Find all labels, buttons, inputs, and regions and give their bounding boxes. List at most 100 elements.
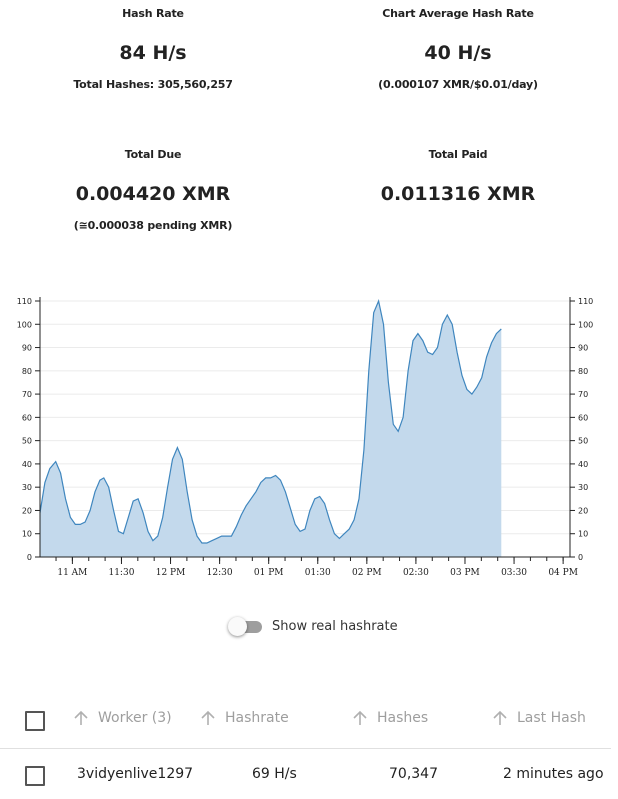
hashes-column-header[interactable]: Hashes — [353, 710, 428, 726]
y-tick-label: 80 — [578, 367, 588, 376]
worker-header-label: Worker (3) — [98, 710, 172, 726]
y-tick-label: 70 — [22, 390, 32, 399]
y-tick-left: 20 — [22, 506, 40, 515]
sort-arrow-icon — [493, 710, 507, 725]
hashrate-chart: 0 0 10 10 20 20 30 30 40 40 50 50 60 60 70 70 80 80 90 90 10… — [17, 297, 593, 578]
real-hashrate-label: Show real hashrate — [272, 618, 398, 634]
workers-table-header: Worker (3) Hashrate Hashes Last Hash — [0, 700, 611, 740]
sort-arrow-icon — [74, 710, 88, 725]
y-tick-label: 40 — [22, 460, 32, 469]
total-paid-stat: Total Paid 0.011316 XMR — [343, 148, 573, 205]
y-tick-label: 20 — [22, 506, 32, 515]
y-tick-left: 0 — [27, 553, 40, 562]
x-tick-label: 03 PM — [450, 568, 480, 578]
sort-arrow-icon — [201, 710, 215, 725]
y-tick-left: 50 — [22, 437, 40, 446]
table-row[interactable]: 3vidyenlive1297 69 H/s 70,347 2 minutes … — [0, 756, 611, 796]
x-tick-label: 04 PM — [548, 568, 578, 578]
y-tick-left: 70 — [22, 390, 40, 399]
total-paid-value: 0.011316 XMR — [380, 183, 536, 205]
y-tick-left: 40 — [22, 460, 40, 469]
y-tick-right: 70 — [570, 390, 588, 399]
y-tick-label: 60 — [22, 413, 32, 422]
last-hash-column-header[interactable]: Last Hash — [493, 710, 586, 726]
y-tick-label: 30 — [578, 483, 588, 492]
y-tick-label: 10 — [22, 530, 32, 539]
select-all-checkbox[interactable] — [25, 711, 45, 731]
hashes-header-label: Hashes — [377, 710, 429, 726]
y-tick-right: 0 — [570, 553, 583, 562]
y-tick-label: 110 — [17, 297, 32, 306]
row-checkbox[interactable] — [25, 766, 45, 786]
y-tick-label: 100 — [578, 320, 593, 329]
x-tick-label: 01:30 — [305, 568, 331, 578]
table-divider — [0, 748, 611, 749]
x-tick-label: 11:30 — [108, 568, 134, 578]
chart-average-value: 40 H/s — [424, 42, 492, 64]
worker-hashes: 70,347 — [389, 766, 438, 782]
y-tick-right: 90 — [570, 344, 588, 353]
y-tick-left: 100 — [17, 320, 40, 329]
hash-rate-label: Hash Rate — [122, 7, 184, 20]
total-due-label: Total Due — [124, 148, 182, 161]
x-tick-label: 12:30 — [207, 568, 233, 578]
y-tick-right: 100 — [570, 320, 593, 329]
sort-arrow-icon — [353, 710, 367, 725]
y-tick-label: 0 — [27, 553, 32, 562]
toggle-knob — [228, 617, 247, 636]
y-tick-left: 110 — [17, 297, 40, 306]
worker-column-header[interactable]: Worker (3) — [74, 710, 172, 726]
x-tick-label: 02 PM — [352, 568, 382, 578]
x-tick-label: 11 AM — [57, 568, 87, 578]
y-tick-label: 70 — [578, 390, 588, 399]
y-tick-label: 0 — [578, 553, 583, 562]
x-tick-label: 01 PM — [254, 568, 284, 578]
chart-average-stat: Chart Average Hash Rate 40 H/s (0.000107… — [343, 7, 573, 91]
y-tick-left: 30 — [22, 483, 40, 492]
y-tick-right: 60 — [570, 413, 588, 422]
total-due-stat: Total Due 0.004420 XMR (≅0.000038 pendin… — [38, 148, 268, 232]
y-tick-label: 90 — [22, 344, 32, 353]
total-due-value: 0.004420 XMR — [75, 183, 231, 205]
worker-name: 3vidyenlive1297 — [77, 766, 194, 782]
y-tick-label: 100 — [17, 320, 32, 329]
y-tick-label: 90 — [578, 344, 588, 353]
y-tick-label: 50 — [578, 437, 588, 446]
y-tick-label: 50 — [22, 437, 32, 446]
hash-rate-stat: Hash Rate 84 H/s Total Hashes: 305,560,2… — [38, 7, 268, 91]
y-tick-label: 10 — [578, 530, 588, 539]
y-tick-label: 20 — [578, 506, 588, 515]
y-tick-right: 10 — [570, 530, 588, 539]
y-tick-left: 80 — [22, 367, 40, 376]
y-tick-label: 40 — [578, 460, 588, 469]
y-tick-left: 90 — [22, 344, 40, 353]
hashrate-area — [40, 301, 502, 557]
y-tick-right: 40 — [570, 460, 588, 469]
y-tick-right: 110 — [570, 297, 593, 306]
y-tick-label: 110 — [578, 297, 593, 306]
total-hashes: Total Hashes: 305,560,257 — [73, 78, 233, 91]
pending-amount: (≅0.000038 pending XMR) — [73, 219, 233, 232]
chart-average-earnings: (0.000107 XMR/$0.01/day) — [378, 78, 538, 91]
y-tick-label: 80 — [22, 367, 32, 376]
x-tick-label: 12 PM — [156, 568, 186, 578]
chart-average-label: Chart Average Hash Rate — [382, 7, 534, 20]
y-tick-label: 60 — [578, 413, 588, 422]
y-tick-right: 20 — [570, 506, 588, 515]
real-hashrate-toggle-row: Show real hashrate — [228, 616, 398, 636]
hashrate-column-header[interactable]: Hashrate — [201, 710, 289, 726]
y-tick-right: 50 — [570, 437, 588, 446]
worker-hashrate: 69 H/s — [252, 766, 297, 782]
hash-rate-value: 84 H/s — [119, 42, 187, 64]
worker-last-hash: 2 minutes ago — [503, 766, 604, 782]
total-paid-label: Total Paid — [428, 148, 488, 161]
y-tick-left: 10 — [22, 530, 40, 539]
x-tick-label: 02:30 — [403, 568, 429, 578]
x-tick-label: 03:30 — [501, 568, 527, 578]
last-hash-header-label: Last Hash — [517, 710, 586, 726]
y-tick-right: 80 — [570, 367, 588, 376]
hashrate-header-label: Hashrate — [225, 710, 289, 726]
y-tick-right: 30 — [570, 483, 588, 492]
y-tick-left: 60 — [22, 413, 40, 422]
real-hashrate-toggle[interactable] — [228, 616, 262, 636]
